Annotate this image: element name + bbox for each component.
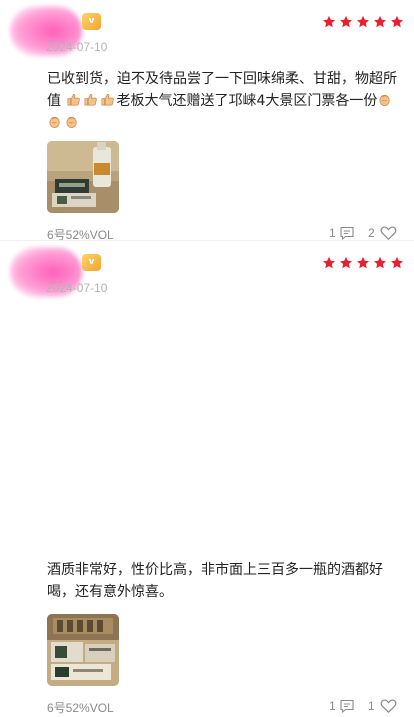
review-card-2: v 2024-07-10 酒质非常好，性价比高，非市面上三百多一瓶的酒都好喝，还… [0,241,414,715]
clapping-hands-icon [48,114,63,129]
clapping-hands-icon [65,114,80,129]
comment-count: 1 [329,699,336,713]
comment-count: 1 [329,226,336,240]
comment-icon[interactable] [339,698,355,714]
star-rating [322,14,407,28]
thumbs-up-icon [83,92,98,107]
like-count: 2 [368,226,375,240]
star-icon [339,15,353,29]
star-icon [356,15,370,29]
user-level-badge: v [82,254,101,271]
heart-icon[interactable] [380,698,397,714]
star-icon [373,256,387,270]
user-level-badge: v [82,13,101,30]
review-photo[interactable] [47,614,119,686]
review-text-part: 老板大气还赠送了邛崃4大景区门票各一份 [116,93,378,109]
star-icon [390,15,404,29]
review-date: 2024-07-10 [46,281,108,295]
star-icon [322,256,336,270]
heart-icon[interactable] [380,225,397,241]
star-icon [390,256,404,270]
star-rating [322,255,407,269]
thumbs-up-icon [100,92,115,107]
review-photo[interactable] [47,141,119,213]
star-icon [373,15,387,29]
review-text: 酒质非常好，性价比高，非市面上三百多一瓶的酒都好喝，还有意外惊喜。 [47,559,405,603]
star-icon [322,15,336,29]
review-date: 2024-07-10 [46,40,108,54]
product-variant: 6号52%VOL [47,701,114,715]
review-footer: 6号52%VOL 1 1 [47,697,402,717]
like-count: 1 [368,699,375,713]
thumbs-up-icon [66,92,81,107]
review-text-part: 酒质非常好，性价比高，非市面上三百多一瓶的酒都好喝，还有意外惊喜。 [47,562,383,600]
review-text: 已收到货，迫不及待品尝了一下回味绵柔、甘甜，物超所值 老板大气还赠送了邛崃4大景… [47,68,405,134]
clapping-hands-icon [378,92,393,107]
comment-icon[interactable] [339,225,355,241]
star-icon [339,256,353,270]
star-icon [356,256,370,270]
review-card-1: v 2024-07-10 已收到货，迫不及待品尝了一下回味绵柔、甘甜，物超所值 … [0,0,414,242]
